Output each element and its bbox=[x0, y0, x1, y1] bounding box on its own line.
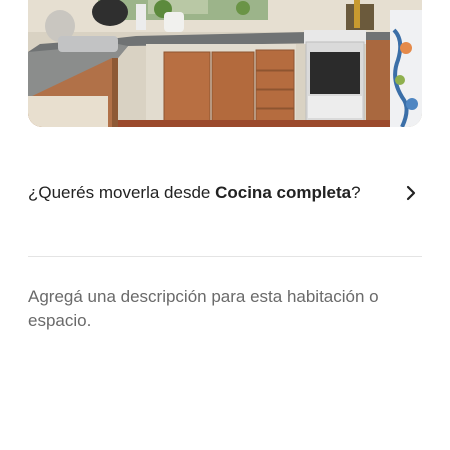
move-from-room-text: ¿Querés moverla desde Cocina completa? bbox=[28, 181, 368, 204]
room-photo[interactable] bbox=[28, 0, 422, 127]
move-prompt-room: Cocina completa bbox=[215, 183, 352, 202]
move-prompt-prefix: ¿Querés moverla desde bbox=[28, 183, 216, 202]
description-field[interactable]: Agregá una descripción para esta habitac… bbox=[28, 285, 422, 337]
kitchen-photo-image bbox=[28, 0, 422, 127]
move-from-room-row[interactable]: ¿Querés moverla desde Cocina completa? bbox=[28, 181, 422, 233]
chevron-right-icon bbox=[406, 185, 416, 201]
move-prompt-suffix: ? bbox=[351, 183, 361, 202]
divider bbox=[28, 256, 422, 257]
